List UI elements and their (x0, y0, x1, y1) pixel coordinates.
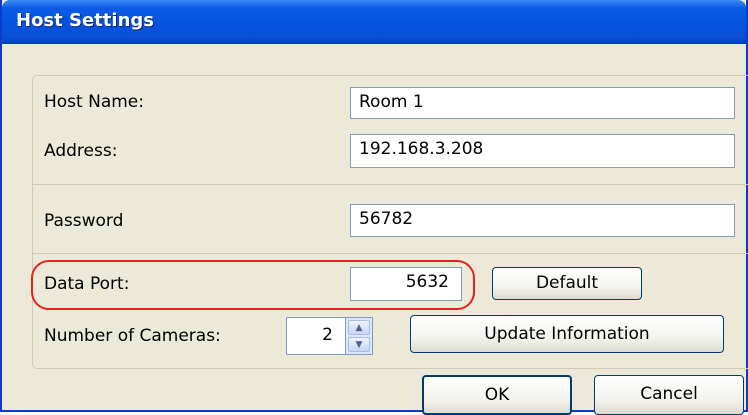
update-information-button[interactable]: Update Information (410, 315, 724, 353)
host-name-field[interactable]: Room 1 (350, 87, 735, 119)
data-port-field[interactable]: 5632 (350, 267, 462, 301)
password-label: Password (44, 211, 124, 231)
ok-button[interactable]: OK (422, 375, 572, 415)
password-field[interactable]: 56782 (350, 204, 735, 237)
host-settings-dialog: Host Settings Host Name: Room 1 Address:… (0, 0, 748, 415)
address-label: Address: (44, 141, 118, 161)
spin-down-icon[interactable]: ▼ (348, 337, 370, 352)
number-of-cameras-label: Number of Cameras: (44, 326, 221, 346)
address-field[interactable]: 192.168.3.208 (350, 134, 735, 168)
number-of-cameras-field[interactable]: 2 (286, 317, 346, 355)
spin-up-icon[interactable]: ▲ (348, 320, 370, 335)
dialog-title: Host Settings (16, 10, 154, 31)
number-of-cameras-spinner[interactable]: ▲ ▼ (345, 317, 373, 355)
title-bar[interactable]: Host Settings (2, 0, 746, 44)
host-name-label: Host Name: (44, 92, 144, 112)
data-port-label: Data Port: (44, 274, 130, 294)
cancel-button[interactable]: Cancel (594, 375, 744, 415)
default-button[interactable]: Default (492, 267, 642, 300)
